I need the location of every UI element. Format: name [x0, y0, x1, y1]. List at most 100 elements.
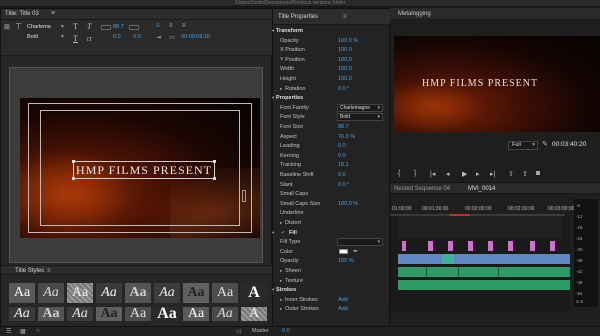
text-box-handle[interactable] [72, 177, 75, 180]
title-clip[interactable] [530, 241, 535, 251]
property-row[interactable]: Opacity 100.0 % [273, 37, 391, 46]
collapse-triangle-icon[interactable]: ▸ [280, 86, 282, 92]
title-style-swatch[interactable]: Aa [9, 307, 35, 321]
underline-t-icon[interactable]: T [73, 34, 78, 43]
property-row[interactable]: Y Position 100.0 [273, 56, 391, 65]
property-value[interactable]: 100 % [338, 258, 354, 264]
collapse-triangle-icon[interactable]: ▸ [280, 306, 282, 312]
extract-icon[interactable]: ⇪ [522, 170, 528, 178]
master-value[interactable]: 0.0 [282, 328, 290, 334]
tab-stops-icon[interactable]: ⇥ [156, 34, 161, 41]
title-clip[interactable] [508, 241, 513, 251]
go-to-out-icon[interactable]: ▸| [490, 170, 495, 178]
play-icon[interactable]: ▶ [462, 170, 467, 178]
text-box-handle[interactable] [72, 160, 75, 163]
title-style-swatch[interactable]: Aa [125, 283, 151, 303]
property-dropdown[interactable]: Bold ▾ [337, 113, 383, 122]
title-styles-menu-icon[interactable]: ≡ [47, 268, 51, 274]
zoom-slider-icon[interactable]: ○ [36, 328, 40, 334]
property-row[interactable]: Slant 0.0 ° [273, 181, 391, 190]
title-clip[interactable] [468, 241, 473, 251]
property-dropdown[interactable]: ▾ [337, 238, 383, 247]
property-row[interactable]: ▸ Texture [273, 277, 391, 286]
text-box-handle[interactable] [213, 177, 216, 180]
title-style-swatch[interactable]: Aa [125, 307, 151, 321]
text-box-handle[interactable] [213, 160, 216, 163]
video-clip[interactable] [442, 254, 454, 264]
bold-t-icon[interactable]: T [73, 22, 78, 31]
property-row[interactable]: X Position 100.0 [273, 46, 391, 55]
property-value[interactable]: 100.0 [338, 57, 352, 63]
title-style-swatch[interactable]: A [241, 307, 267, 321]
settings-wrench-icon[interactable]: ✎ [542, 140, 548, 148]
title-clip[interactable] [448, 241, 453, 251]
mark-in-icon[interactable]: { [398, 170, 400, 177]
property-value[interactable]: 100.0 % [338, 201, 358, 207]
title-timecode[interactable]: 00:00:09:10 [181, 34, 210, 40]
audio-track-a1[interactable] [398, 267, 570, 277]
property-row[interactable]: Height 100.0 [273, 75, 391, 84]
go-to-in-icon[interactable]: |◂ [430, 170, 435, 178]
title-style-swatch[interactable]: Aa [67, 283, 93, 303]
property-value[interactable]: 76.3 % [338, 134, 355, 140]
show-video-icon[interactable]: ▭ [169, 34, 175, 41]
fit-dropdown[interactable]: Full ▾ [508, 141, 538, 150]
tab-nested-sequence[interactable]: Nested Sequence 04 [394, 186, 450, 192]
expand-triangle-icon[interactable]: ▾ [272, 28, 274, 34]
property-row[interactable]: Underline [273, 209, 391, 218]
property-row[interactable]: Fill Type ▾ [273, 238, 391, 247]
text-size-icon[interactable]: tT [87, 37, 92, 43]
title-style-swatch[interactable]: Aa [212, 307, 238, 321]
property-value[interactable]: Add [338, 297, 348, 303]
meter-solo-label[interactable]: S S [576, 299, 583, 304]
speaker-icon[interactable]: ◁ [236, 328, 241, 335]
expand-triangle-icon[interactable]: ▾ [272, 230, 274, 236]
collapse-triangle-icon[interactable]: ▸ [280, 297, 282, 303]
property-value[interactable]: 0.0 [338, 153, 346, 159]
metalogging-tab[interactable]: Metalogging [398, 11, 431, 17]
icon-view-icon[interactable]: ▦ [20, 328, 26, 335]
video-track-v1[interactable] [398, 254, 570, 264]
leading-value[interactable]: 0.0 [133, 34, 141, 40]
title-style-swatch[interactable]: Aa [212, 283, 238, 303]
title-style-swatch[interactable]: Aa [96, 307, 122, 321]
property-value[interactable]: 100.0 % [338, 38, 358, 44]
expand-triangle-icon[interactable]: ▾ [272, 95, 274, 101]
collapse-triangle-icon[interactable]: ▸ [280, 268, 282, 274]
property-value[interactable]: Add [338, 306, 348, 312]
font-style-field[interactable]: Bold [27, 34, 38, 40]
property-row[interactable]: Font Style Bold ▾ [273, 113, 391, 122]
tab-mvi-0014[interactable]: MVI_0014 [468, 186, 495, 192]
property-value[interactable]: 0.0 ° [338, 86, 349, 92]
property-row[interactable]: Font Size 88.7 [273, 123, 391, 132]
property-row[interactable]: ▾ Transform [272, 27, 391, 36]
step-back-icon[interactable]: ◂ [446, 170, 450, 178]
property-value[interactable]: 88.7 [338, 124, 349, 130]
property-row[interactable]: ▾ Fill ✓ [272, 229, 391, 238]
property-row[interactable]: ▸ Outer Strokes Add [273, 305, 391, 314]
title-clip[interactable] [428, 241, 433, 251]
title-style-swatch[interactable]: A [241, 283, 267, 303]
property-row[interactable]: Baseline Shift 0.0 [273, 171, 391, 180]
mark-out-icon[interactable]: } [414, 170, 416, 177]
title-properties-menu-icon[interactable]: ≡ [343, 14, 347, 20]
property-row[interactable]: Color ✒ [273, 248, 391, 257]
property-value[interactable]: 100.0 [338, 76, 352, 82]
font-family-dropdown-icon[interactable]: ▾ [61, 24, 64, 30]
title-clip[interactable] [402, 241, 406, 251]
title-tab[interactable]: Title: Title 03 [5, 11, 39, 17]
title-style-swatch[interactable]: Aa [67, 307, 93, 321]
time-ruler[interactable]: 01:00:00 00:01:30:00 00:02:00:00 00:02:3… [390, 194, 574, 216]
property-row[interactable]: ▾ Properties [272, 94, 391, 103]
program-timecode[interactable]: 00:03:40:20 [552, 141, 586, 148]
font-family-field[interactable]: Charlema [27, 24, 51, 30]
property-row[interactable]: Tracking 18.1 [273, 161, 391, 170]
font-size-value[interactable]: 88.7 [113, 24, 124, 30]
align-center-icon[interactable]: ≡ [169, 23, 173, 29]
property-row[interactable]: Kerning 0.0 [273, 152, 391, 161]
property-row[interactable]: ▸ Rotation 0.0 ° [273, 85, 391, 94]
font-style-dropdown-icon[interactable]: ▾ [61, 34, 64, 40]
title-text-box[interactable]: HMP FILMS PRESENT [73, 161, 215, 179]
title-style-swatch[interactable]: Aa [96, 283, 122, 303]
fill-color-swatch[interactable] [339, 248, 348, 254]
